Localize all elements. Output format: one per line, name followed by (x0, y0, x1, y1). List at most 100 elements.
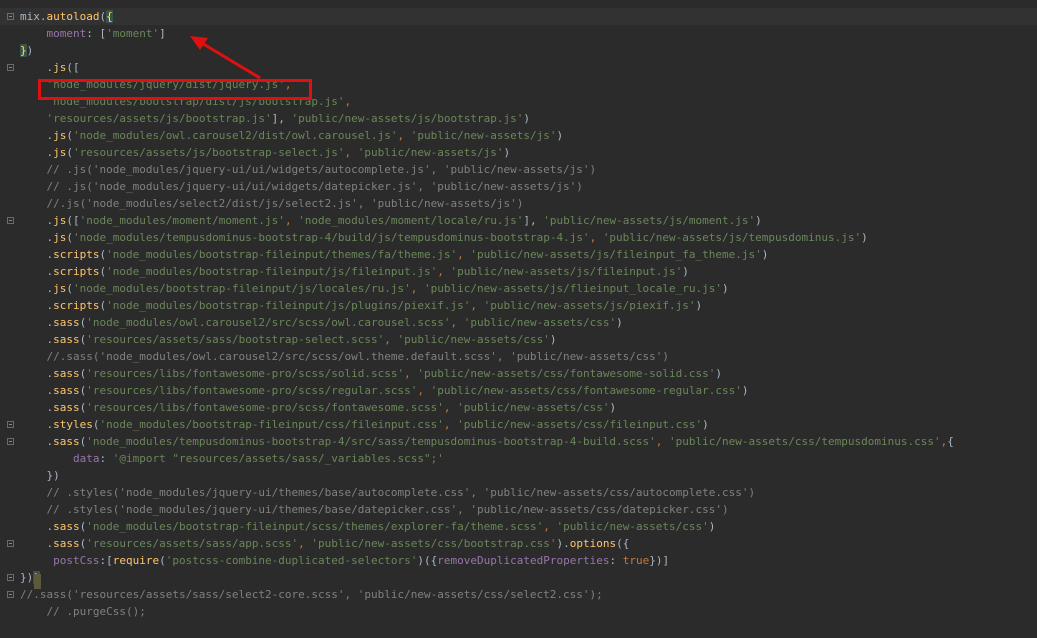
code-token: . (20, 367, 54, 380)
code-line[interactable]: .sass('resources/assets/sass/bootstrap-s… (0, 331, 1037, 348)
code-line[interactable]: postCss:[require('postcss-combine-duplic… (0, 552, 1037, 569)
code-token: //.sass('node_modules/owl.carousel2/src/… (20, 350, 670, 363)
code-token: removeDuplicatedProperties (437, 554, 610, 567)
code-token: ) (741, 384, 749, 397)
code-text: .js(['node_modules/moment/moment.js', 'n… (20, 212, 761, 229)
code-token: 'node_modules/moment/moment.js' (79, 214, 285, 227)
code-line[interactable]: .js('resources/assets/js/bootstrap-selec… (0, 144, 1037, 161)
code-token: mix. (20, 10, 47, 23)
code-line[interactable]: //.sass('resources/assets/sass/select2-c… (0, 586, 1037, 603)
code-token: , (384, 333, 398, 346)
code-line[interactable]: .sass('resources/libs/fontawesome-pro/sc… (0, 382, 1037, 399)
code-line[interactable]: .sass('node_modules/tempusdominus-bootst… (0, 433, 1037, 450)
code-token: 'resources/assets/js/bootstrap-select.js… (73, 146, 345, 159)
code-line[interactable]: }) (0, 467, 1037, 484)
code-token: , (397, 129, 411, 142)
code-token: 'public/new-assets/js/piexif.js' (483, 299, 696, 312)
code-token: ], (523, 214, 544, 227)
code-token: ) (503, 146, 511, 159)
code-line[interactable]: // .purgeCss(); (0, 603, 1037, 620)
code-token: ). (556, 537, 570, 550)
code-line[interactable]: // .styles('node_modules/jquery-ui/theme… (0, 484, 1037, 501)
code-token: { (947, 435, 954, 448)
code-line[interactable]: //.js('node_modules/select2/dist/js/sele… (0, 195, 1037, 212)
code-text: // .styles('node_modules/jquery-ui/theme… (20, 484, 755, 501)
fold-marker-icon[interactable] (7, 438, 14, 445)
red-highlight-box-annotation (38, 79, 312, 100)
code-token: 'public/new-assets/css' (397, 333, 550, 346)
code-line[interactable]: .js('node_modules/owl.carousel2/dist/owl… (0, 127, 1037, 144)
code-line[interactable]: mix.autoload({ (0, 8, 1037, 25)
code-token: // .purgeCss(); (20, 605, 146, 618)
code-token: sass (53, 316, 80, 329)
fold-marker-icon[interactable] (7, 591, 14, 598)
code-token: ( (159, 554, 166, 567)
code-token: . (20, 384, 54, 397)
fold-marker-icon[interactable] (7, 574, 14, 581)
code-token: // .js('node_modules/jquery-ui/ui/widget… (20, 163, 597, 176)
code-line[interactable]: // .js('node_modules/jquery-ui/ui/widget… (0, 178, 1037, 195)
code-token: 'resources/libs/fontawesome-pro/scss/sol… (86, 367, 405, 380)
code-line[interactable]: .scripts('node_modules/bootstrap-fileinp… (0, 246, 1037, 263)
code-line[interactable]: .js([ (0, 59, 1037, 76)
code-token: { (106, 10, 113, 23)
code-line[interactable]: 'resources/assets/js/bootstrap.js'], 'pu… (0, 110, 1037, 127)
code-token: ) (609, 401, 617, 414)
code-token: }) (20, 469, 60, 482)
code-token: 'public/new-assets/css/fontawesome-regul… (430, 384, 742, 397)
code-line[interactable]: //.sass('node_modules/owl.carousel2/src/… (0, 348, 1037, 365)
code-text: data: '@import "resources/assets/sass/_v… (20, 450, 444, 467)
fold-marker-icon[interactable] (7, 421, 14, 428)
code-token: js (53, 231, 67, 244)
code-line[interactable]: .sass('resources/libs/fontawesome-pro/sc… (0, 365, 1037, 382)
fold-marker-icon[interactable] (7, 540, 14, 547)
code-text: mix.autoload({ (20, 8, 113, 25)
code-token: ) (26, 44, 34, 57)
code-token: . (20, 520, 54, 533)
code-text: .sass('node_modules/bootstrap-fileinput/… (20, 518, 715, 535)
code-text: // .styles('node_modules/jquery-ui/theme… (20, 501, 728, 518)
code-line[interactable]: .sass('resources/libs/fontawesome-pro/sc… (0, 399, 1037, 416)
code-line[interactable]: data: '@import "resources/assets/sass/_v… (0, 450, 1037, 467)
code-line[interactable]: })) (0, 569, 1037, 586)
code-editor[interactable]: mix.autoload({ moment: ['moment']}) .js(… (0, 0, 1037, 638)
code-line[interactable]: }) (0, 42, 1037, 59)
code-token: , (284, 214, 299, 227)
code-text: }) (20, 42, 33, 59)
code-token: ( (66, 282, 73, 295)
code-token: }) (20, 571, 34, 584)
code-line[interactable]: .sass('resources/assets/sass/app.scss', … (0, 535, 1037, 552)
code-line[interactable]: // .js('node_modules/jquery-ui/ui/widget… (0, 161, 1037, 178)
code-token: ( (66, 129, 73, 142)
code-token: 'public/new-assets/css/fontawesome-solid… (417, 367, 716, 380)
code-text: .scripts('node_modules/bootstrap-fileinp… (20, 263, 688, 280)
code-line[interactable]: .js(['node_modules/moment/moment.js', 'n… (0, 212, 1037, 229)
code-token: ( (66, 231, 73, 244)
code-token: . (20, 282, 54, 295)
code-line[interactable]: .scripts('node_modules/bootstrap-fileinp… (0, 297, 1037, 314)
code-token: . (20, 418, 54, 431)
code-line[interactable]: .sass('node_modules/bootstrap-fileinput/… (0, 518, 1037, 535)
code-token: 'public/new-assets/js/tempusdominus.js' (602, 231, 862, 244)
code-token: ) (616, 316, 623, 329)
code-line[interactable]: .styles('node_modules/bootstrap-fileinpu… (0, 416, 1037, 433)
code-line[interactable]: .js('node_modules/tempusdominus-bootstra… (0, 229, 1037, 246)
code-line[interactable]: .sass('node_modules/owl.carousel2/src/sc… (0, 314, 1037, 331)
code-token: 'node_modules/bootstrap-fileinput/css/fi… (99, 418, 444, 431)
code-line[interactable]: moment: ['moment'] (0, 25, 1037, 42)
code-token: ) (715, 367, 723, 380)
code-token: true (622, 554, 650, 567)
code-token: sass (53, 367, 80, 380)
code-text: .sass('resources/libs/fontawesome-pro/sc… (20, 399, 616, 416)
fold-marker-icon[interactable] (7, 13, 14, 20)
code-token: js (53, 129, 67, 142)
code-line[interactable]: // .styles('node_modules/jquery-ui/theme… (0, 501, 1037, 518)
code-line[interactable]: .scripts('node_modules/bootstrap-fileinp… (0, 263, 1037, 280)
code-token: 'node_modules/tempusdominus-bootstrap-4/… (73, 231, 590, 244)
fold-marker-icon[interactable] (7, 217, 14, 224)
code-line[interactable]: .js('node_modules/bootstrap-fileinput/js… (0, 280, 1037, 297)
code-token: 'public/new-assets/css' (463, 316, 617, 329)
bracket-match-highlight (34, 574, 41, 589)
fold-marker-icon[interactable] (7, 64, 14, 71)
